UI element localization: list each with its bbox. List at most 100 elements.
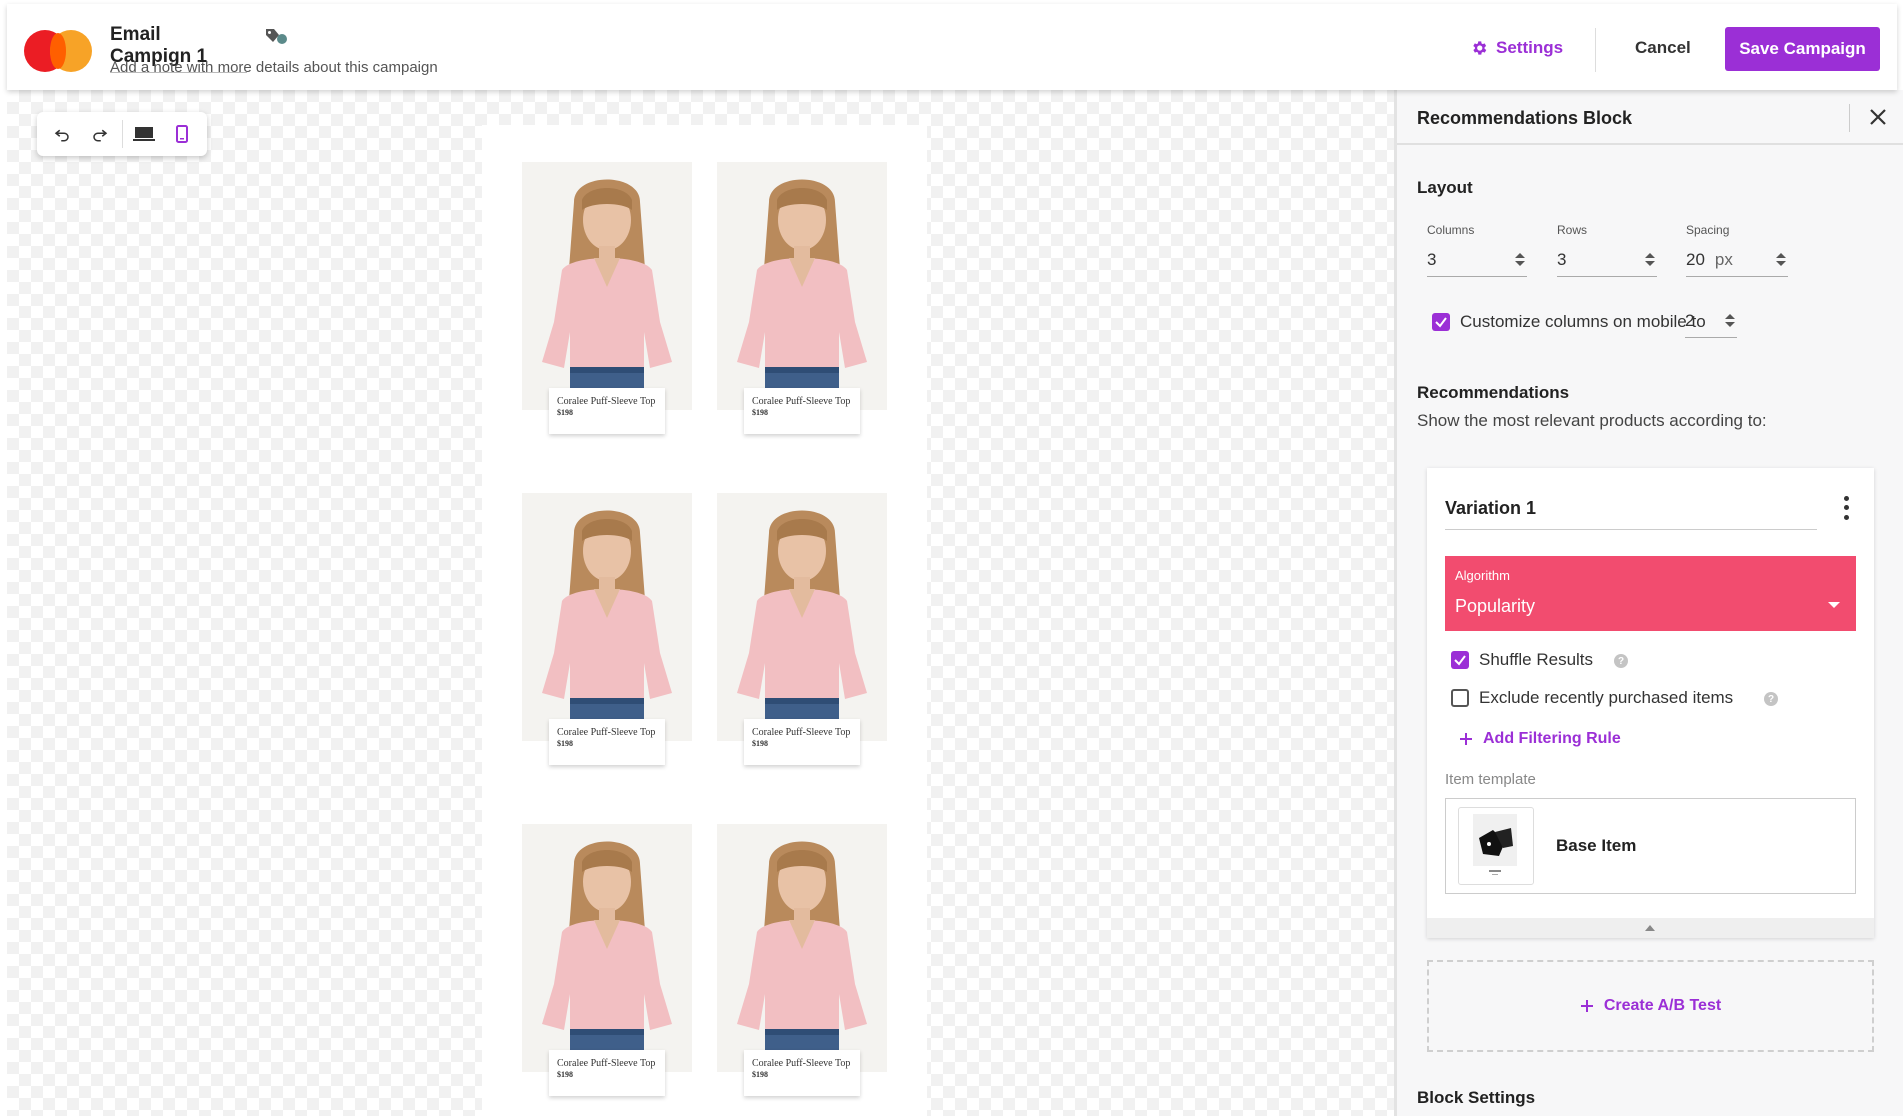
product-caption: Coralee Puff-Sleeve Top $198: [549, 1050, 665, 1096]
rows-label: Rows: [1557, 223, 1588, 237]
mobile-icon: [176, 125, 189, 143]
mobile-columns-checkbox[interactable]: [1432, 313, 1450, 331]
undo-icon: [54, 129, 69, 142]
desktop-view-button[interactable]: [126, 116, 164, 152]
add-filtering-rule-label: Add Filtering Rule: [1483, 730, 1621, 747]
columns-label: Columns: [1427, 223, 1475, 237]
close-icon[interactable]: [1863, 102, 1893, 132]
product-card[interactable]: Coralee Puff-Sleeve Top $198: [522, 162, 692, 434]
product-card[interactable]: Coralee Puff-Sleeve Top $198: [717, 824, 887, 1096]
shuffle-results-label: Shuffle Results: [1479, 650, 1594, 669]
variation-title[interactable]: Variation 1: [1445, 498, 1817, 530]
product-photo: [717, 493, 887, 741]
product-name: Coralee Puff-Sleeve Top: [557, 1058, 656, 1069]
product-price: $198: [752, 408, 768, 417]
product-card[interactable]: Coralee Puff-Sleeve Top $198: [522, 493, 692, 765]
tags-icon[interactable]: [263, 26, 289, 48]
exclude-purchased-checkbox[interactable]: [1451, 689, 1469, 707]
caret-down-icon: [1828, 602, 1840, 608]
recommendations-section-title: Recommendations: [1417, 383, 1570, 402]
mobile-columns-value: 2: [1685, 310, 1695, 330]
brand-logo: [24, 30, 94, 72]
product-name: Coralee Puff-Sleeve Top: [752, 396, 851, 407]
product-photo: [522, 493, 692, 741]
layout-section-title: Layout: [1417, 178, 1473, 197]
help-icon[interactable]: ?: [1764, 692, 1778, 706]
header-divider: [1595, 28, 1596, 72]
columns-input[interactable]: 3: [1427, 243, 1527, 277]
columns-stepper[interactable]: [1513, 253, 1527, 266]
product-card[interactable]: Coralee Puff-Sleeve Top $198: [522, 824, 692, 1096]
plus-icon: [1460, 733, 1472, 745]
campaign-note-field[interactable]: Add a note with more details about this …: [110, 59, 438, 76]
create-ab-test-button[interactable]: Create A/B Test: [1427, 960, 1874, 1052]
product-name: Coralee Puff-Sleeve Top: [557, 727, 656, 738]
item-template-selector[interactable]: Base Item: [1445, 798, 1856, 894]
undo-button[interactable]: [43, 116, 81, 152]
panel-header: Recommendations Block: [1397, 90, 1903, 145]
mobile-view-button[interactable]: [163, 116, 201, 152]
properties-panel: Recommendations Block Layout Columns 3 R…: [1394, 90, 1903, 1116]
checkmark-icon: [1454, 655, 1466, 666]
editor-toolbar: [37, 112, 207, 156]
create-ab-test-label: Create A/B Test: [1603, 997, 1722, 1014]
cancel-button[interactable]: Cancel: [1635, 38, 1691, 58]
editor-canvas: Coralee Puff-Sleeve Top $198 Coralee Puf…: [7, 90, 1394, 1116]
block-settings-title: Block Settings: [1417, 1088, 1536, 1107]
mobile-columns-input[interactable]: 2: [1685, 304, 1737, 338]
save-campaign-button[interactable]: Save Campaign: [1725, 27, 1880, 71]
checkmark-icon: [1435, 317, 1447, 328]
email-preview: Coralee Puff-Sleeve Top $198 Coralee Puf…: [482, 125, 927, 1116]
gear-icon: [1473, 41, 1487, 55]
desktop-icon: [133, 127, 156, 141]
help-icon[interactable]: ?: [1614, 654, 1628, 668]
product-photo: [522, 824, 692, 1072]
collapse-variation-button[interactable]: [1427, 918, 1874, 938]
product-name: Coralee Puff-Sleeve Top: [752, 1058, 851, 1069]
add-filtering-rule-button[interactable]: Add Filtering Rule: [1459, 730, 1621, 748]
spacing-unit: px: [1714, 249, 1733, 269]
product-photo: [717, 162, 887, 410]
panel-header-divider: [1849, 104, 1850, 132]
product-photo: [717, 824, 887, 1072]
chevron-up-icon: [1645, 925, 1655, 931]
product-card[interactable]: Coralee Puff-Sleeve Top $198: [717, 493, 887, 765]
mobile-columns-stepper[interactable]: [1723, 314, 1737, 327]
variation-card: Variation 1 Algorithm Popularity Shuffle…: [1427, 468, 1874, 938]
product-name: Coralee Puff-Sleeve Top: [752, 727, 851, 738]
product-price: $198: [752, 739, 768, 748]
spacing-label: Spacing: [1686, 223, 1730, 237]
spacing-value: 20: [1686, 249, 1705, 269]
redo-button[interactable]: [81, 116, 119, 152]
redo-icon: [92, 129, 107, 142]
template-thumbnail: [1458, 807, 1534, 885]
exclude-purchased-label: Exclude recently purchased items: [1479, 688, 1734, 707]
product-name: Coralee Puff-Sleeve Top: [557, 396, 656, 407]
algorithm-select[interactable]: Algorithm Popularity: [1445, 556, 1856, 631]
product-card[interactable]: Coralee Puff-Sleeve Top $198: [717, 162, 887, 434]
panel-title: Recommendations Block: [1417, 108, 1633, 128]
shuffle-results-checkbox[interactable]: [1451, 651, 1469, 669]
product-price: $198: [752, 1070, 768, 1079]
product-price: $198: [557, 739, 573, 748]
product-caption: Coralee Puff-Sleeve Top $198: [549, 719, 665, 765]
toolbar-divider: [121, 120, 123, 148]
rows-input[interactable]: 3: [1557, 243, 1657, 277]
spacing-stepper[interactable]: [1774, 253, 1788, 266]
header-bar: Email Campign 1 Add a note with more det…: [7, 4, 1897, 90]
spacing-input[interactable]: 20 px: [1686, 243, 1788, 277]
product-grid: Coralee Puff-Sleeve Top $198 Coralee Puf…: [522, 162, 887, 1096]
algorithm-value: Popularity: [1455, 596, 1536, 616]
rows-stepper[interactable]: [1643, 253, 1657, 266]
rows-value: 3: [1557, 249, 1567, 269]
mobile-columns-label: Customize columns on mobile to: [1460, 312, 1706, 331]
settings-label: Settings: [1496, 38, 1564, 57]
product-caption: Coralee Puff-Sleeve Top $198: [549, 388, 665, 434]
algorithm-label: Algorithm: [1455, 568, 1510, 583]
product-photo: [522, 162, 692, 410]
template-name: Base Item: [1556, 836, 1637, 855]
product-price: $198: [557, 408, 573, 417]
product-caption: Coralee Puff-Sleeve Top $198: [744, 719, 860, 765]
settings-button[interactable]: Settings: [1470, 38, 1563, 58]
more-options-icon[interactable]: [1838, 494, 1854, 522]
